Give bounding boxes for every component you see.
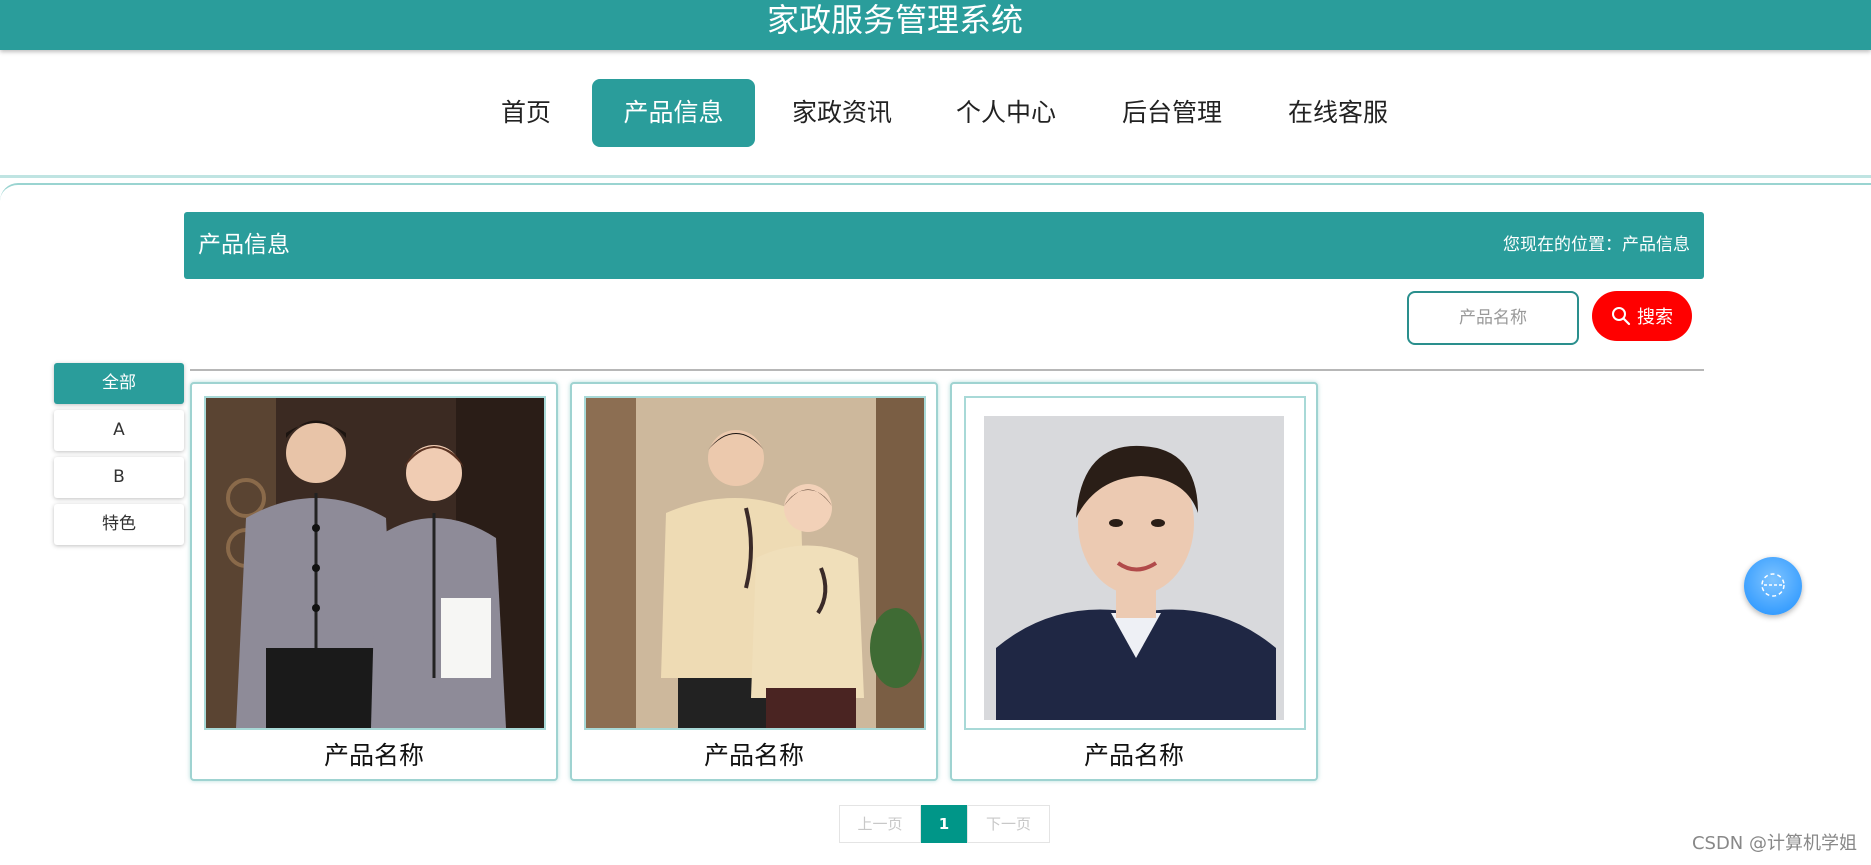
breadcrumb: 您现在的位置：产品信息 (1503, 235, 1690, 255)
top-header-bar: 家政服务管理系统 (0, 0, 1871, 50)
nav-item-news[interactable]: 家政资讯 (780, 79, 904, 147)
product-card[interactable]: 产品名称 (190, 382, 558, 781)
category-b[interactable]: B (54, 457, 184, 498)
product-name-search-input[interactable] (1407, 291, 1579, 345)
watermark: CSDN @计算机学姐 (1691, 833, 1857, 854)
nav-item-personal-center[interactable]: 个人中心 (944, 79, 1068, 147)
product-name: 产品名称 (323, 741, 424, 770)
product-card[interactable]: 产品名称 (950, 382, 1318, 781)
nav-divider (0, 175, 1871, 178)
main-nav: 首页 产品信息 家政资讯 个人中心 后台管理 在线客服 (0, 79, 1871, 147)
pagination-next-button[interactable]: 下一页 (967, 805, 1050, 843)
search-button[interactable]: 搜索 (1592, 291, 1692, 341)
product-name: 产品名称 (1083, 741, 1184, 770)
pagination-current-page[interactable]: 1 (921, 805, 967, 843)
product-image[interactable] (584, 396, 926, 730)
category-a[interactable]: A (54, 410, 184, 451)
section-title: 产品信息 (198, 232, 290, 258)
category-all[interactable]: 全部 (54, 363, 184, 404)
search-icon (1612, 307, 1631, 326)
list-divider (190, 369, 1704, 371)
search-button-label: 搜索 (1637, 307, 1673, 328)
category-featured[interactable]: 特色 (54, 504, 184, 545)
site-title: 家政服务管理系统 (766, 1, 1023, 39)
nav-item-customer-service[interactable]: 在线客服 (1276, 79, 1400, 147)
category-list: 全部 A B 特色 (54, 363, 184, 551)
product-card[interactable]: 产品名称 (570, 382, 938, 781)
chat-service-icon (1758, 570, 1788, 603)
product-image[interactable] (964, 396, 1306, 730)
section-banner: 产品信息 您现在的位置：产品信息 (184, 212, 1704, 279)
nav-item-admin[interactable]: 后台管理 (1110, 79, 1234, 147)
nav-item-home[interactable]: 首页 (484, 79, 568, 147)
product-image[interactable] (204, 396, 546, 730)
floating-service-button[interactable] (1744, 557, 1802, 615)
pagination-prev-button[interactable]: 上一页 (839, 805, 921, 843)
product-name: 产品名称 (703, 741, 804, 770)
nav-item-products[interactable]: 产品信息 (592, 79, 755, 147)
